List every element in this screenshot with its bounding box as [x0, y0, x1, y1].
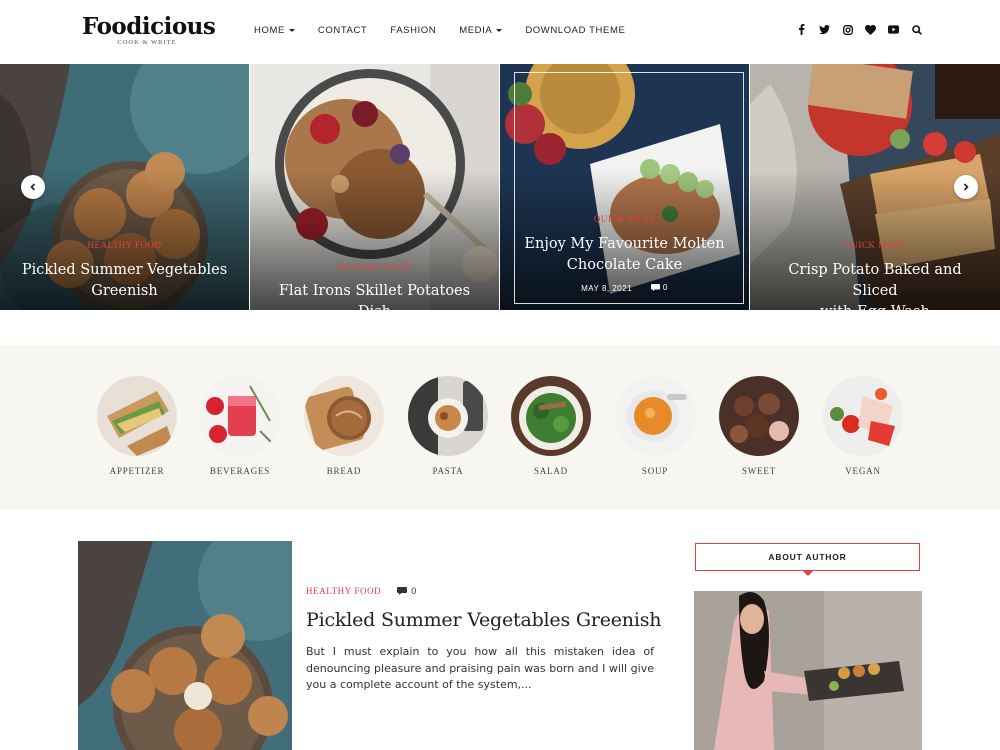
category-soup[interactable]: SOUP: [615, 376, 695, 476]
slide-title-line: Crisp Potato Baked and Sliced: [788, 262, 962, 299]
category-image: [97, 376, 177, 456]
author-image: [694, 591, 922, 750]
slide-item[interactable]: HEALTHY FOOD Flat Irons Skillet Potatoes…: [250, 64, 500, 310]
slide-title[interactable]: Pickled Summer Vegetables Greenish: [20, 260, 229, 302]
category-label: SOUP: [641, 466, 669, 476]
nav-label: HOME: [254, 25, 285, 36]
logo-title[interactable]: Foodicious: [82, 14, 216, 40]
comment-icon: [397, 587, 408, 595]
chevron-right-icon: [963, 183, 969, 191]
comment-icon: [650, 284, 660, 291]
nav-item-home[interactable]: HOME: [254, 25, 295, 36]
category-bread[interactable]: BREAD: [304, 376, 384, 476]
site-logo[interactable]: Foodicious COOK & WRITE: [82, 14, 216, 47]
slide-category[interactable]: HEALTHY FOOD: [0, 240, 249, 250]
widget-title-pointer: [803, 571, 813, 576]
slide-category[interactable]: QUICK MEAL: [500, 214, 749, 224]
chevron-down-icon: [288, 29, 295, 32]
category-salad[interactable]: SALAD: [511, 376, 591, 476]
category-image: [615, 376, 695, 456]
post-title[interactable]: Pickled Summer Vegetables Greenish: [306, 609, 662, 631]
category-label: SALAD: [533, 466, 568, 476]
widget-title-text: ABOUT AUTHOR: [768, 552, 847, 562]
slide-title[interactable]: Enjoy My Favourite Molten Chocolate Cake: [520, 234, 729, 276]
instagram-icon[interactable]: [842, 24, 853, 35]
category-image: [823, 376, 903, 456]
nav-item-download-theme[interactable]: DOWNLOAD THEME: [525, 25, 625, 36]
youtube-icon[interactable]: [888, 24, 899, 35]
nav-label: FASHION: [390, 25, 437, 36]
category-label: PASTA: [432, 466, 464, 476]
comment-count: 0: [662, 283, 668, 292]
category-pasta[interactable]: PASTA: [408, 376, 488, 476]
twitter-icon[interactable]: [819, 24, 830, 35]
slide-meta: MAY 8, 2021 0: [500, 283, 749, 293]
nav-label: CONTACT: [317, 25, 368, 36]
category-vegan[interactable]: VEGAN: [823, 376, 903, 476]
slide-date: MAY 8, 2021: [581, 284, 633, 293]
category-label: SWEET: [742, 466, 776, 476]
slide-comments[interactable]: 0: [650, 283, 668, 292]
category-image: [408, 376, 488, 456]
post-thumbnail[interactable]: [78, 541, 292, 750]
slide-category[interactable]: HEALTHY FOOD: [250, 262, 499, 272]
category-sweet[interactable]: SWEET: [719, 376, 799, 476]
category-image: [304, 376, 384, 456]
nav-label: MEDIA: [459, 25, 493, 36]
search-icon[interactable]: [911, 24, 922, 35]
nav-item-fashion[interactable]: FASHION: [390, 25, 436, 36]
logo-tagline: COOK & WRITE: [117, 39, 177, 46]
chevron-left-icon: [30, 183, 36, 191]
category-image: [511, 376, 591, 456]
slide-title-line: with Egg Wash: [770, 302, 980, 310]
comment-count: 0: [411, 586, 417, 596]
slider-next-button[interactable]: [954, 175, 978, 199]
slide-title-line: Pickled Summer Vegetables: [21, 262, 228, 278]
slide-title-line: Flat Irons Skillet Potatoes Dish: [278, 283, 471, 310]
post-image: [78, 541, 292, 750]
post-excerpt: But I must explain to you how all this m…: [306, 645, 654, 691]
slide-title-line: Enjoy My Favourite Molten: [524, 236, 725, 252]
author-photo: [694, 591, 922, 750]
slide-category[interactable]: QUICK MEAL: [750, 240, 1000, 250]
category-label: VEGAN: [845, 466, 881, 476]
category-label: APPETIZER: [109, 466, 165, 476]
post-meta: HEALTHY FOOD 0: [306, 586, 416, 596]
slider-prev-button[interactable]: [21, 175, 45, 199]
category-section: APPETIZER BEVERAGES BREAD PASTA SALAD SO…: [0, 345, 1000, 510]
facebook-icon[interactable]: [796, 24, 807, 35]
featured-slider: HEALTHY FOOD Pickled Summer Vegetables Gr…: [0, 64, 1000, 310]
slide-title-line: Greenish: [91, 283, 158, 299]
post-comments[interactable]: 0: [397, 586, 416, 596]
nav-label: DOWNLOAD THEME: [525, 25, 626, 36]
heart-icon[interactable]: [865, 24, 876, 35]
slide-item[interactable]: QUICK MEAL Enjoy My Favourite Molten Choc…: [500, 64, 750, 310]
category-appetizer[interactable]: APPETIZER: [97, 376, 177, 476]
category-label: BREAD: [326, 466, 362, 476]
post-category[interactable]: HEALTHY FOOD: [306, 586, 381, 596]
site-header: Foodicious COOK & WRITE HOME CONTACT FAS…: [0, 0, 1000, 64]
category-label: BEVERAGES: [209, 466, 271, 476]
social-links: [796, 24, 922, 35]
widget-title: ABOUT AUTHOR: [695, 543, 920, 576]
chevron-down-icon: [496, 29, 503, 32]
nav-item-media[interactable]: MEDIA: [459, 25, 503, 36]
category-image: [719, 376, 799, 456]
slide-title[interactable]: Crisp Potato Baked and Sliced with Egg Wa…: [770, 260, 980, 310]
slide-title[interactable]: Flat Irons Skillet Potatoes Dish: [270, 281, 479, 310]
nav-item-contact[interactable]: CONTACT: [318, 25, 367, 36]
main-nav: HOME CONTACT FASHION MEDIA DOWNLOAD THEM…: [254, 25, 648, 36]
slide-title-line: Chocolate Cake: [566, 257, 683, 273]
category-image: [200, 376, 280, 456]
category-beverages[interactable]: BEVERAGES: [200, 376, 280, 476]
